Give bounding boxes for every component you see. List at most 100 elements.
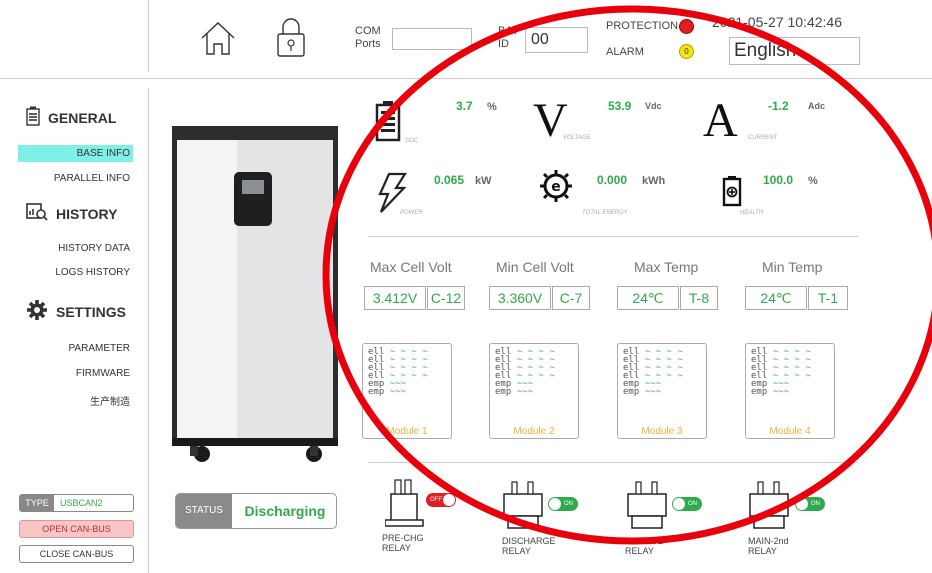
prechg-relay-label: PRE-CHG RELAY xyxy=(382,533,424,553)
discharge-relay-label: DISCHARGE RELAY xyxy=(502,536,556,556)
voltage-unit: Vdc xyxy=(645,101,662,111)
module-name: Module 4 xyxy=(769,426,811,437)
soc-value: 3.7 xyxy=(456,99,473,113)
gear-icon xyxy=(26,299,48,324)
nav-settings-label: SETTINGS xyxy=(56,303,127,320)
soc-label: SOC xyxy=(405,138,419,144)
metrics-divider xyxy=(368,236,858,237)
toggle-knob xyxy=(443,494,455,506)
home-icon[interactable] xyxy=(198,18,238,58)
battery-icon xyxy=(26,106,40,129)
module-card[interactable]: ell ~ ~ ~ ~ ell ~ ~ ~ ~ ell ~ ~ ~ ~ ell ~ ~… xyxy=(489,343,579,439)
datetime-display: 2021-05-27 10:42:46 xyxy=(712,14,842,30)
discharge-relay-line2: RELAY xyxy=(502,546,531,556)
current-label: CURRENT xyxy=(748,135,778,141)
modules-divider xyxy=(368,462,858,463)
module-name: Module 1 xyxy=(386,426,428,437)
module-card[interactable]: ell ~ ~ ~ ~ ell ~ ~ ~ ~ ell ~ ~ ~ ~ ell ~ ~… xyxy=(362,343,452,439)
language-select[interactable]: English xyxy=(729,37,860,65)
min-temp-value: 24℃ xyxy=(745,286,807,310)
nav-history-data[interactable]: HISTORY DATA xyxy=(13,243,133,254)
nav-settings[interactable]: SETTINGS xyxy=(26,299,126,324)
voltage-label: VOLTAGE xyxy=(563,135,591,141)
max-cell-volt-value: 3.412V xyxy=(364,286,426,310)
bat-id-input[interactable]: 00 xyxy=(525,27,588,53)
min-temp-label: Min Temp xyxy=(762,259,823,275)
status-value: Discharging xyxy=(244,503,326,519)
com-ports-label: COM Ports xyxy=(355,25,381,51)
can-type-value: USBCAN2 xyxy=(60,498,103,508)
main-relay-toggle[interactable]: ON xyxy=(795,497,825,511)
max-temp-value: 24℃ xyxy=(617,286,679,310)
module-card-lines: ell ~ ~ ~ ~ ell ~ ~ ~ ~ ell ~ ~ ~ ~ ell ~ ~… xyxy=(495,347,555,397)
charge-relay-line2: RELAY xyxy=(625,546,654,556)
health-label: HEALTH xyxy=(740,210,764,216)
discharge-relay-toggle[interactable]: ON xyxy=(548,497,578,511)
nav-logs-history[interactable]: LOGS HISTORY xyxy=(13,267,133,278)
energy-label: TOTAL ENERGY xyxy=(582,210,628,216)
nav-firmware[interactable]: FIRMWARE xyxy=(13,368,133,379)
svg-text:e: e xyxy=(551,179,561,195)
nav-manufacturing[interactable]: 生产制造 xyxy=(13,393,133,408)
current-value: -1.2 xyxy=(768,99,789,113)
prechg-relay-line1: PRE-CHG xyxy=(382,533,424,543)
module-name: Module 3 xyxy=(641,426,683,437)
close-can-bus-button[interactable]: CLOSE CAN-BUS xyxy=(19,545,134,563)
nav-base-info[interactable]: BASE INFO xyxy=(18,145,133,162)
current-unit: Adc xyxy=(808,101,826,111)
prechg-relay-toggle[interactable]: OFF xyxy=(426,493,456,507)
main-relay-state: ON xyxy=(811,501,820,507)
nav-parameter[interactable]: PARAMETER xyxy=(13,343,133,354)
charge-relay-state: ON xyxy=(688,501,697,507)
battery-cabinet-image xyxy=(172,126,338,464)
open-can-bus-button[interactable]: OPEN CAN-BUS xyxy=(19,520,134,538)
charge-relay-label: CHARGE RELAY xyxy=(625,536,664,556)
min-cell-volt-id: C-7 xyxy=(552,286,590,310)
health-value: 100.0 xyxy=(763,173,794,187)
alarm-indicator: 0 xyxy=(679,44,694,59)
can-type-label: TYPE xyxy=(20,495,54,511)
lock-icon[interactable] xyxy=(275,16,307,58)
power-label: POWER xyxy=(400,210,423,216)
header-bottom-line xyxy=(0,78,932,79)
status-label: STATUS xyxy=(176,494,232,528)
charge-relay-toggle[interactable]: ON xyxy=(672,497,702,511)
soc-unit: % xyxy=(487,101,497,113)
prechg-relay-line2: RELAY xyxy=(382,543,411,553)
status-panel: STATUS Discharging xyxy=(175,493,337,529)
relay-icon xyxy=(502,478,548,535)
module-card[interactable]: ell ~ ~ ~ ~ ell ~ ~ ~ ~ ell ~ ~ ~ ~ ell ~ ~… xyxy=(617,343,707,439)
discharge-relay-state: ON xyxy=(564,501,573,507)
toggle-knob xyxy=(549,498,561,510)
bat-id-label: BAT ID xyxy=(498,25,519,51)
max-temp-label: Max Temp xyxy=(634,259,699,275)
bat-label-line2: ID xyxy=(498,38,509,50)
header-divider xyxy=(148,0,149,72)
nav-parallel-info[interactable]: PARALLEL INFO xyxy=(13,173,133,184)
nav-history[interactable]: HISTORY xyxy=(26,203,117,224)
discharge-relay-line1: DISCHARGE xyxy=(502,536,556,546)
min-cell-volt-value: 3.360V xyxy=(489,286,551,310)
com-port-select[interactable] xyxy=(392,28,472,50)
power-value: 0.065 xyxy=(434,173,465,187)
current-icon: A xyxy=(703,94,738,147)
module-name: Module 2 xyxy=(513,426,555,437)
max-cell-volt-id: C-12 xyxy=(427,286,465,310)
relay-icon xyxy=(384,476,431,533)
bat-label-line1: BAT xyxy=(498,25,519,37)
protection-indicator xyxy=(679,19,694,34)
min-cell-volt-label: Min Cell Volt xyxy=(496,259,574,275)
nav-general[interactable]: GENERAL xyxy=(26,106,116,129)
history-chart-icon xyxy=(26,203,48,224)
main-relay-line2: RELAY xyxy=(748,546,777,556)
health-unit: % xyxy=(808,175,818,187)
power-unit: kW xyxy=(475,175,492,187)
voltage-value: 53.9 xyxy=(608,99,632,113)
energy-unit: kWh xyxy=(642,175,666,187)
alarm-label: ALARM xyxy=(606,46,644,58)
energy-value: 0.000 xyxy=(597,173,628,187)
module-card[interactable]: ell ~ ~ ~ ~ ell ~ ~ ~ ~ ell ~ ~ ~ ~ ell ~ ~… xyxy=(745,343,835,439)
can-type-select[interactable]: TYPE USBCAN2 xyxy=(19,494,134,512)
charge-relay-line1: CHARGE xyxy=(625,536,664,546)
toggle-knob xyxy=(796,498,808,510)
